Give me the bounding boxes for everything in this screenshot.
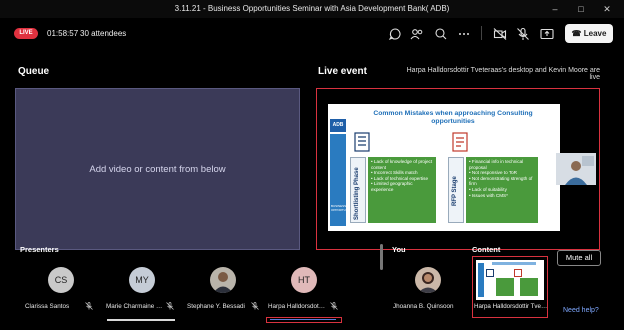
speaker-video-feed [556, 153, 596, 185]
panel-scrollbar[interactable] [380, 244, 383, 270]
presenter-name: Stephane Y. Bessadi [187, 303, 245, 310]
content-slide-preview [476, 260, 544, 300]
speaker-person-image [556, 153, 596, 185]
minimize-button[interactable]: – [548, 2, 562, 16]
list-item: Issues with CMS* [469, 193, 535, 199]
event-timer: 01:58:57 [47, 29, 79, 38]
live-badge: LIVE [14, 28, 38, 39]
presenter-name: Marie Charmaine Si... [106, 303, 164, 310]
slide-sidebar-strip [330, 134, 346, 226]
avatar[interactable]: MY [129, 267, 155, 293]
content-owner-name: Harpa Halldorsdottir Tvete... [474, 303, 548, 310]
live-event-stage[interactable]: ADB BUSINESS OPPORTUNITIES Common Mistak… [316, 88, 600, 250]
queue-panel[interactable]: Add video or content from below [15, 88, 300, 250]
rfp-stage-panel: RFP Stage [448, 157, 464, 223]
adb-logo: ADB [330, 119, 346, 132]
preview-icon [486, 269, 494, 277]
list-item: Limited geographic experience [371, 181, 433, 192]
queue-heading: Queue [18, 66, 50, 77]
close-window-button[interactable]: ✕ [600, 2, 614, 16]
mic-off-icon[interactable] [166, 302, 174, 310]
list-item: Lack of knowledge of project content [371, 159, 433, 170]
preview-box [496, 278, 514, 296]
list-item: Financial info in technical proposal [469, 159, 535, 170]
presentation-slide: ADB BUSINESS OPPORTUNITIES Common Mistak… [328, 104, 560, 231]
mic-off-icon[interactable] [85, 302, 93, 310]
share-screen-icon[interactable] [540, 27, 554, 41]
title-bar: 3.11.21 - Business Opportunities Seminar… [0, 0, 624, 18]
toolbar-divider [481, 26, 482, 40]
window-title: 3.11.21 - Business Opportunities Seminar… [174, 4, 450, 13]
list-item: Not demonstrating strength of firm [469, 176, 535, 187]
slide-title: Common Mistakes when approaching Consult… [373, 110, 533, 125]
avatar[interactable]: CS [48, 267, 74, 293]
shortlisting-phase-label: Shortlisting Phase [354, 167, 360, 220]
preview-box [520, 278, 538, 296]
mic-off-icon[interactable] [516, 27, 530, 41]
slide-sidebar-text: BUSINESS OPPORTUNITIES [331, 204, 356, 212]
active-speaker-indicator [107, 319, 175, 321]
leave-label: Leave [583, 29, 607, 38]
mute-all-button[interactable]: Mute all [557, 250, 601, 266]
shortlisting-mistakes-list: Lack of knowledge of project content Inc… [368, 157, 436, 223]
mic-off-icon[interactable] [330, 302, 338, 310]
maximize-button[interactable]: □ [574, 2, 588, 16]
leave-button[interactable]: ☎ Leave [565, 24, 613, 43]
content-heading: Content [472, 245, 501, 254]
chat-icon[interactable] [388, 27, 402, 41]
queue-empty-hint: Add video or content from below [89, 164, 226, 175]
preview-title [492, 262, 536, 265]
sharing-indicator [266, 317, 342, 323]
document-icon [452, 132, 468, 152]
self-photo[interactable] [415, 267, 441, 293]
presenters-heading: Presenters [20, 245, 59, 254]
rfp-mistakes-list: Financial info in technical proposal Not… [466, 157, 538, 223]
checklist-icon [354, 132, 370, 152]
people-icon[interactable] [410, 27, 424, 41]
preview-strip [478, 263, 484, 297]
meeting-notes-icon[interactable] [434, 27, 448, 41]
rfp-stage-label: RFP Stage [452, 176, 458, 206]
live-event-heading: Live event [318, 66, 367, 77]
presenter-name: Clarissa Santos [25, 303, 70, 310]
phone-hangup-icon: ☎ [571, 29, 582, 38]
more-options-icon[interactable] [457, 27, 471, 41]
need-help-link[interactable]: Need help? [563, 307, 599, 314]
you-heading: You [392, 245, 406, 254]
avatar[interactable]: HT [291, 267, 317, 293]
sharing-indicator-bar [270, 319, 336, 320]
attendee-count: 30 attendees [80, 29, 127, 38]
presenter-photo[interactable] [210, 267, 236, 293]
presenter-name: Harpa Halldorsdotti... [268, 303, 326, 310]
self-name: Jhoanna B. Quinsoon [393, 303, 454, 310]
shortlisting-phase-panel: Shortlisting Phase [350, 157, 366, 223]
mic-off-icon[interactable] [251, 302, 259, 310]
camera-off-icon[interactable] [493, 27, 507, 41]
live-status-text: Harpa Halldorsdottir Tveteraas's desktop… [406, 67, 600, 81]
preview-icon [514, 269, 522, 277]
